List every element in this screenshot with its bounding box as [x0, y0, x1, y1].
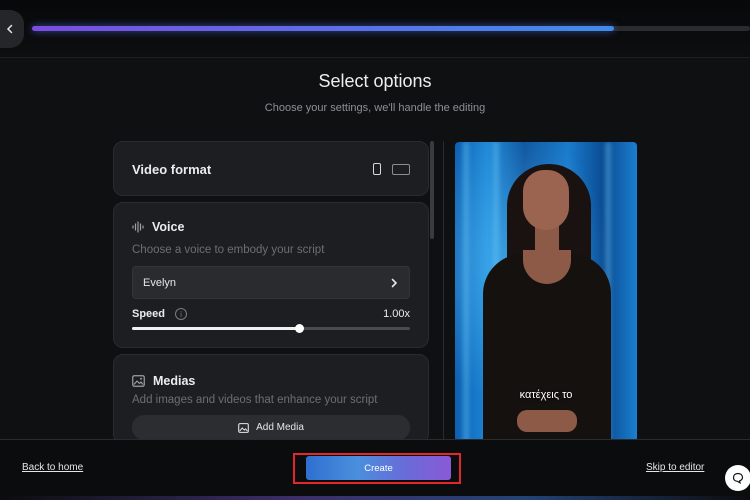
back-to-home-link[interactable]: Back to home — [22, 462, 83, 473]
page-title: Select options — [318, 71, 432, 91]
preview-caption: κατέχεις το — [519, 389, 573, 401]
options-scrollbar[interactable] — [430, 141, 434, 239]
voice-select-value: Evelyn — [143, 276, 177, 289]
bottom-glow — [0, 496, 750, 500]
speed-label-row: Speed i — [132, 308, 188, 320]
image-icon — [132, 375, 145, 387]
create-button[interactable]: Create — [306, 456, 451, 480]
voice-card: Voice Choose a voice to embody your scri… — [113, 202, 429, 348]
chevron-right-icon — [391, 278, 398, 287]
column-divider — [443, 141, 444, 441]
voice-heading: Voice — [132, 220, 184, 234]
video-format-card: Video format — [113, 141, 429, 196]
avatar-preview: κατέχεις το — [455, 142, 637, 442]
add-media-label: Add Media — [256, 422, 304, 433]
add-media-button[interactable]: Add Media — [132, 415, 410, 440]
portrait-format-icon[interactable] — [373, 163, 381, 175]
medias-card: Medias Add images and videos that enhanc… — [113, 354, 429, 444]
chevron-left-icon — [6, 24, 13, 34]
medias-heading: Medias — [132, 374, 195, 388]
top-bar — [0, 0, 750, 58]
progress-fill — [32, 26, 614, 31]
chat-icon — [732, 472, 744, 484]
chat-support-button[interactable] — [725, 465, 750, 491]
waveform-icon — [132, 221, 144, 233]
progress-bar — [32, 26, 750, 31]
info-icon[interactable]: i — [175, 308, 188, 320]
video-format-label: Video format — [132, 162, 212, 177]
back-button[interactable] — [0, 10, 24, 48]
landscape-format-icon[interactable] — [392, 164, 410, 175]
medias-description: Add images and videos that enhance your … — [132, 394, 378, 406]
speed-slider[interactable] — [132, 324, 410, 333]
voice-select[interactable]: Evelyn — [132, 266, 410, 299]
image-icon — [238, 422, 249, 433]
speed-value: 1.00x — [383, 308, 410, 320]
bottom-bar: Back to home Create Skip to editor — [0, 439, 750, 500]
medias-title: Medias — [153, 374, 196, 388]
voice-title: Voice — [152, 220, 185, 234]
speed-slider-thumb[interactable] — [294, 324, 304, 333]
avatar-face — [523, 170, 569, 230]
avatar-hands — [517, 410, 577, 432]
page-subtitle: Choose your settings, we'll handle the e… — [264, 102, 486, 114]
speed-slider-fill — [132, 327, 299, 330]
speed-label: Speed — [132, 308, 166, 320]
voice-description: Choose a voice to embody your script — [132, 244, 325, 256]
skip-to-editor-link[interactable]: Skip to editor — [646, 462, 704, 473]
